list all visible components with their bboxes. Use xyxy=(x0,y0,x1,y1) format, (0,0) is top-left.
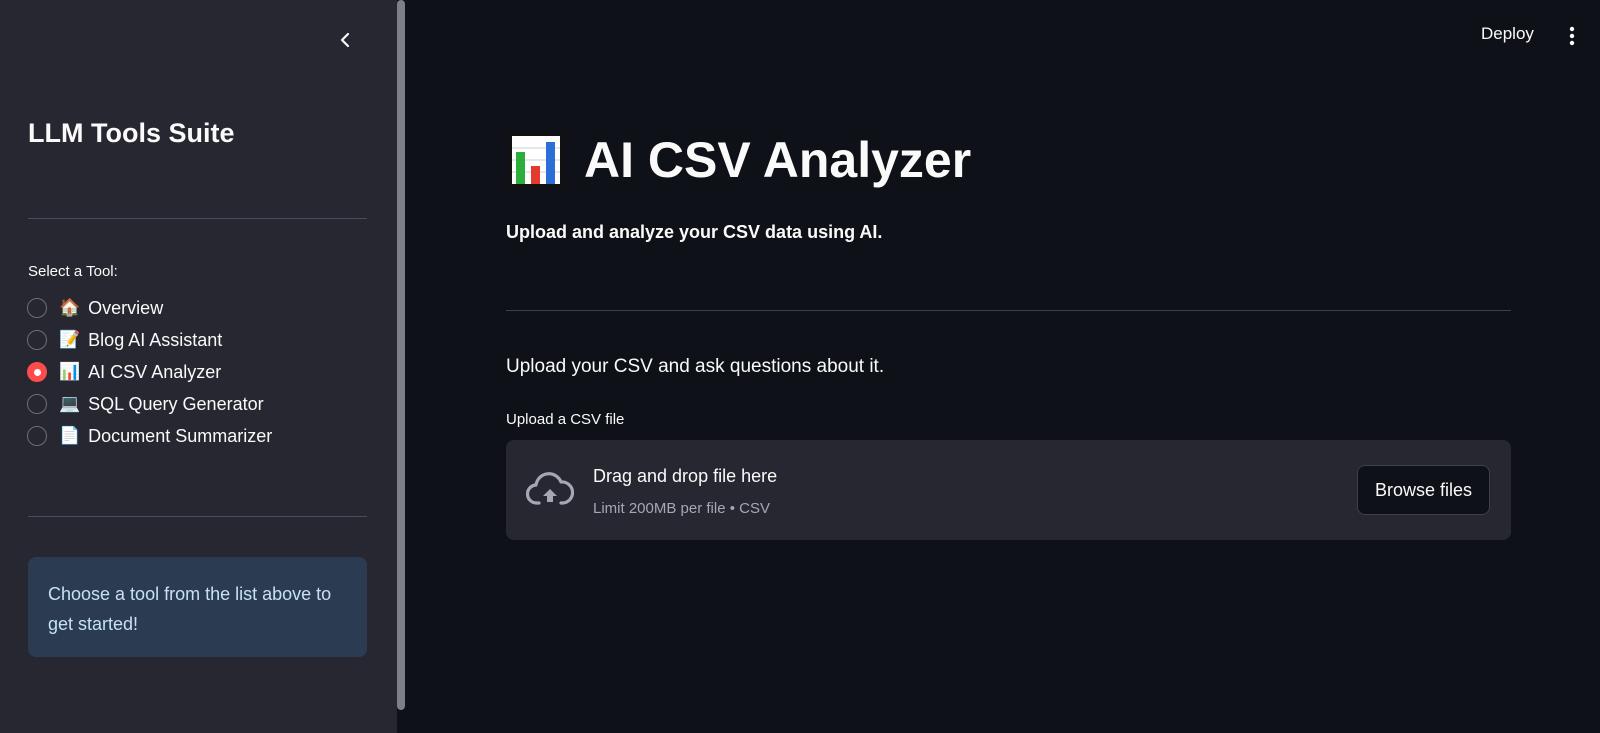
file-uploader-label: Upload a CSV file xyxy=(506,411,625,428)
radio-unselected-icon[interactable] xyxy=(27,394,47,414)
file-dropzone[interactable]: Drag and drop file here Limit 200MB per … xyxy=(506,440,1511,540)
dropzone-limit: Limit 200MB per file • CSV xyxy=(593,500,770,517)
tool-radio-label-text: Overview xyxy=(88,297,164,318)
cloud-upload-icon xyxy=(526,472,574,505)
sidebar-divider xyxy=(28,516,367,517)
radio-selected-icon[interactable] xyxy=(27,362,47,382)
radio-unselected-icon[interactable] xyxy=(27,330,47,350)
deploy-button[interactable]: Deploy xyxy=(1481,24,1534,44)
main-menu-button[interactable] xyxy=(1560,24,1584,48)
radio-unselected-icon[interactable] xyxy=(27,298,47,318)
tool-radio-option[interactable]: 🏠 Overview xyxy=(27,292,272,324)
tool-radio-label-text: SQL Query Generator xyxy=(88,393,264,414)
tool-radio-group: 🏠 Overview 📝 Blog AI Assistant 📊 AI CSV Analy… xyxy=(27,292,272,452)
tool-radio-option[interactable]: 📄 Document Summarizer xyxy=(27,420,272,452)
radio-unselected-icon[interactable] xyxy=(27,426,47,446)
tool-radio-label-text: Document Summarizer xyxy=(88,425,273,446)
app-root: LLM Tools Suite Select a Tool: 🏠 Overview… xyxy=(0,0,1600,733)
collapse-sidebar-button[interactable] xyxy=(334,28,358,52)
page-title-text: AI CSV Analyzer xyxy=(584,132,972,188)
tool-radio-option[interactable]: 💻 SQL Query Generator xyxy=(27,388,272,420)
bar-chart-icon xyxy=(508,132,564,188)
page-title: AI CSV Analyzer xyxy=(506,130,971,190)
info-text: Choose a tool from the list above to get… xyxy=(48,584,332,634)
tool-radio-label-text: AI CSV Analyzer xyxy=(88,361,222,382)
tool-emoji-icon: 📝 xyxy=(59,330,81,349)
page-subtitle: Upload and analyze your CSV data using A… xyxy=(506,222,883,242)
sidebar: LLM Tools Suite Select a Tool: 🏠 Overview… xyxy=(0,0,397,733)
sidebar-scrollbar[interactable] xyxy=(397,0,405,710)
tool-radio-option[interactable]: 📝 Blog AI Assistant xyxy=(27,324,272,356)
sidebar-title: LLM Tools Suite xyxy=(28,118,235,148)
sidebar-divider xyxy=(28,218,367,219)
tool-emoji-icon: 📊 xyxy=(59,362,81,381)
tool-radio-label-text: Blog AI Assistant xyxy=(88,329,223,350)
tool-emoji-icon: 💻 xyxy=(59,394,81,413)
tool-emoji-icon: 📄 xyxy=(59,426,81,445)
tool-radio-label: Select a Tool: xyxy=(28,263,118,280)
more-vertical-icon xyxy=(1569,26,1575,46)
info-box: Choose a tool from the list above to get… xyxy=(28,557,367,657)
chevron-left-icon xyxy=(340,32,350,48)
tool-emoji-icon: 🏠 xyxy=(59,298,81,317)
page-description: Upload your CSV and ask questions about … xyxy=(506,356,885,377)
browse-files-button[interactable]: Browse files xyxy=(1357,465,1490,515)
dropzone-instructions: Drag and drop file here xyxy=(593,466,778,486)
main-divider xyxy=(506,310,1511,311)
tool-radio-option[interactable]: 📊 AI CSV Analyzer xyxy=(27,356,272,388)
